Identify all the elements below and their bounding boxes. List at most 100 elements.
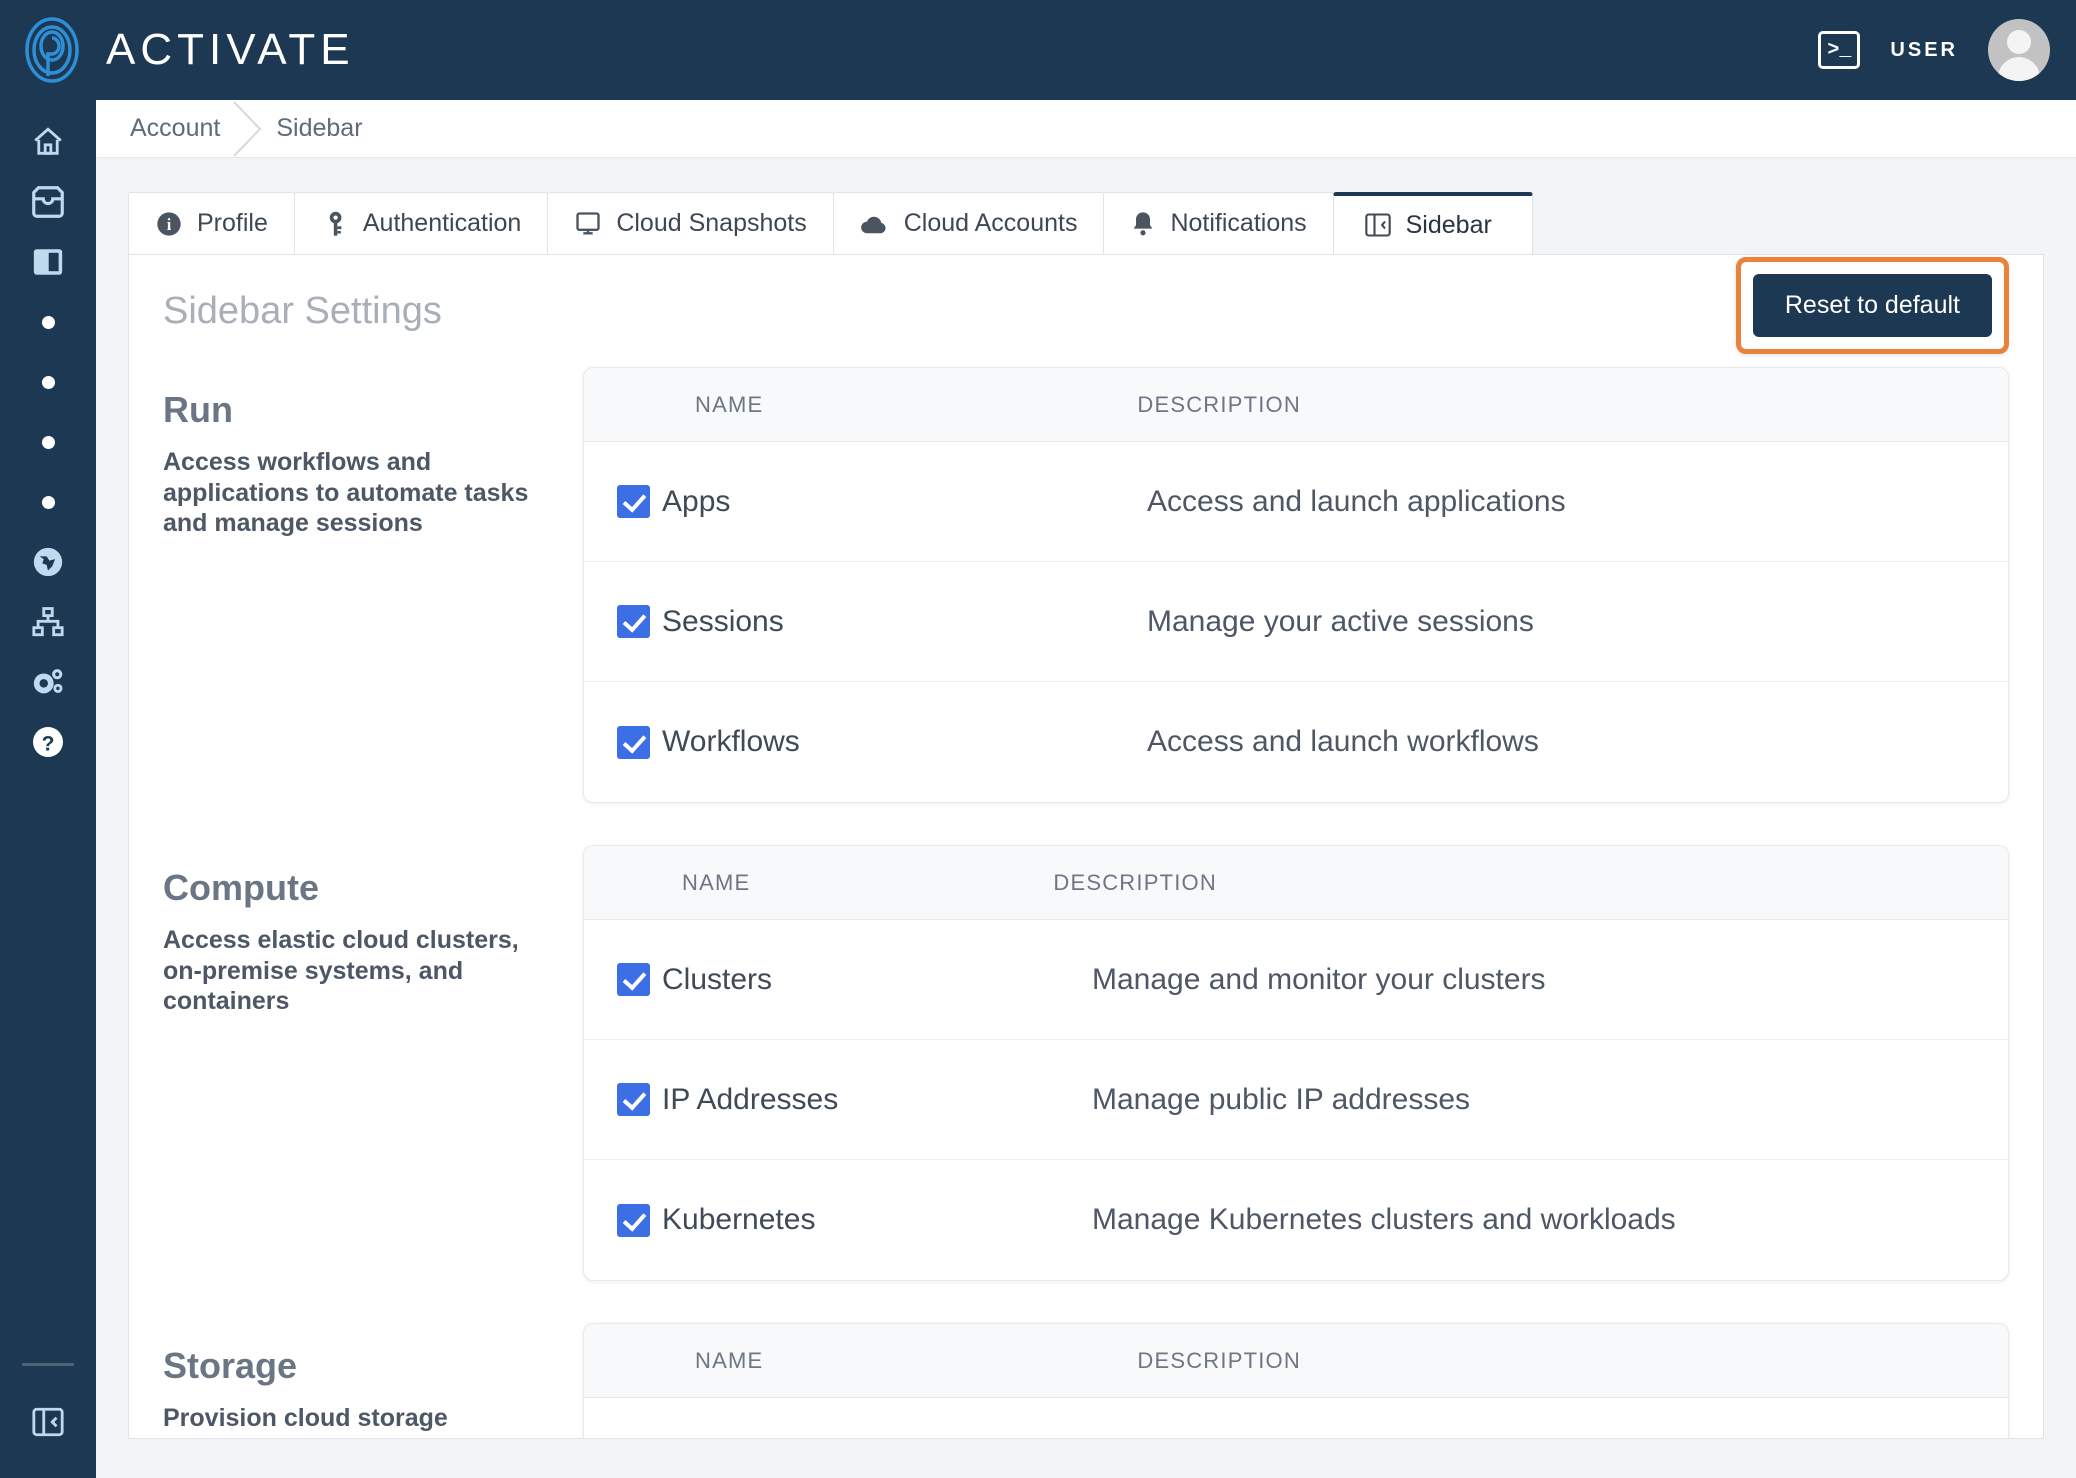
column-header-description: DESCRIPTION	[1137, 391, 1301, 417]
rail-bottom	[0, 1363, 96, 1478]
top-bar: ACTIVATE >_ USER	[0, 0, 2076, 100]
reset-to-default-button[interactable]: Reset to default	[1752, 273, 1992, 337]
tab-label: Sidebar	[1405, 210, 1492, 239]
dot-icon	[41, 375, 55, 389]
row-name: Clusters	[662, 962, 773, 996]
tab-label: Cloud Accounts	[903, 209, 1078, 237]
row-name: Apps	[662, 484, 731, 518]
tab-label: Cloud Snapshots	[616, 209, 807, 237]
page-surface: Account Sidebar i Profile Authentication…	[96, 100, 2076, 1478]
collapse-sidebar-icon	[31, 1406, 65, 1438]
row-description: Manage Kubernetes clusters and workloads	[1092, 1203, 1676, 1236]
home-icon	[30, 125, 66, 159]
table-row[interactable]: Workflows Access and launch workflows	[584, 682, 2008, 802]
panel-header: Sidebar Settings Reset to default	[129, 255, 2043, 367]
section-info: Run Access workflows and applications to…	[163, 367, 583, 803]
tab-sidebar[interactable]: Sidebar	[1332, 192, 1533, 254]
dot-icon	[41, 315, 55, 329]
section-description: Provision cloud storage resources	[163, 1404, 448, 1438]
rail-item-panel[interactable]	[0, 232, 96, 292]
section-title: Run	[163, 389, 233, 430]
table-header: NAME DESCRIPTION	[584, 1324, 2008, 1398]
icon-sidebar: ?	[0, 100, 96, 1478]
checkbox-checked-icon[interactable]	[617, 605, 650, 638]
row-checkbox-cell	[584, 725, 662, 759]
svg-text:?: ?	[42, 732, 55, 755]
row-checkbox-cell	[584, 485, 662, 518]
collapse-sidebar-button[interactable]	[0, 1392, 96, 1452]
sidebar-panel-icon	[1364, 212, 1392, 238]
row-name: Workflows	[662, 725, 800, 758]
tab-notifications[interactable]: Notifications	[1103, 192, 1334, 254]
svg-text:i: i	[167, 214, 172, 233]
section-storage: Storage Provision cloud storage resource…	[129, 1323, 2043, 1438]
monitor-icon	[574, 210, 602, 238]
checkbox-checked-icon[interactable]	[617, 485, 650, 518]
section-table: NAME DESCRIPTION Apps Access and launch …	[583, 367, 2009, 803]
row-checkbox-cell	[584, 1203, 662, 1237]
row-description: Access and launch workflows	[1147, 725, 1539, 758]
section-table: NAME DESCRIPTION Lustre Manage Lustre st…	[583, 1323, 2009, 1438]
sidebar-sections: Run Access workflows and applications to…	[129, 367, 2043, 1438]
breadcrumb-item-account[interactable]: Account	[130, 114, 220, 143]
rail-item-dot-3[interactable]	[0, 412, 96, 472]
settings-panel: Sidebar Settings Reset to default Run Ac…	[128, 254, 2044, 1439]
globe-icon	[31, 545, 65, 579]
inbox-icon	[29, 186, 67, 218]
row-name: Kubernetes	[662, 1203, 816, 1236]
table-row[interactable]: Apps Access and launch applications	[584, 442, 2008, 562]
table-row[interactable]: Clusters Manage and monitor your cluster…	[584, 920, 2008, 1040]
section-title: Compute	[163, 867, 319, 908]
rail-item-sitemap[interactable]	[0, 592, 96, 652]
column-header-name: NAME	[682, 869, 751, 895]
tab-profile[interactable]: i Profile	[128, 192, 295, 254]
table-row[interactable]: Kubernetes Manage Kubernetes clusters an…	[584, 1160, 2008, 1280]
row-checkbox-cell	[584, 1083, 662, 1116]
breadcrumb-item-sidebar[interactable]: Sidebar	[276, 114, 362, 143]
section-compute: Compute Access elastic cloud clusters, o…	[129, 845, 2043, 1281]
row-description: Manage public IP addresses	[1092, 1082, 1471, 1116]
tab-cloud-snapshots[interactable]: Cloud Snapshots	[547, 192, 834, 254]
row-description: Access and launch applications	[1147, 484, 1566, 518]
section-table: NAME DESCRIPTION Clusters Manage and mon…	[583, 845, 2009, 1281]
dot-icon	[41, 435, 55, 449]
section-description: Access workflows and applications to aut…	[163, 448, 529, 537]
checkbox-checked-icon[interactable]	[617, 1203, 650, 1237]
tab-authentication[interactable]: Authentication	[293, 192, 549, 254]
row-name: Sessions	[662, 604, 784, 638]
section-info: Storage Provision cloud storage resource…	[163, 1323, 583, 1438]
cloud-icon	[860, 210, 890, 238]
top-bar-actions: >_ USER	[1818, 19, 2050, 81]
panel-icon	[31, 246, 65, 278]
reset-highlight: Reset to default	[1735, 256, 2009, 354]
terminal-icon[interactable]: >_	[1818, 31, 1861, 69]
table-row[interactable]: Sessions Manage your active sessions	[584, 562, 2008, 682]
row-description: Manage and monitor your clusters	[1092, 962, 1546, 996]
info-circle-icon: i	[155, 210, 183, 238]
table-row[interactable]: Lustre Manage Lustre storage systems	[584, 1398, 2008, 1438]
rail-item-globe[interactable]	[0, 532, 96, 592]
section-description: Access elastic cloud clusters, on-premis…	[163, 926, 519, 1015]
rail-item-settings[interactable]	[0, 652, 96, 712]
brand-name: ACTIVATE	[106, 25, 355, 74]
table-row[interactable]: IP Addresses Manage public IP addresses	[584, 1040, 2008, 1160]
sitemap-icon	[31, 606, 65, 638]
checkbox-checked-icon[interactable]	[617, 963, 650, 996]
rail-item-home[interactable]	[0, 112, 96, 172]
avatar[interactable]	[1988, 19, 2050, 81]
checkbox-checked-icon[interactable]	[617, 725, 650, 759]
activate-logo-icon	[16, 14, 88, 86]
tab-cloud-accounts[interactable]: Cloud Accounts	[832, 192, 1105, 254]
rail-item-dot-2[interactable]	[0, 352, 96, 412]
row-description: Manage your active sessions	[1147, 604, 1534, 638]
brand[interactable]: ACTIVATE	[16, 14, 355, 86]
gears-icon	[29, 665, 67, 699]
rail-item-help[interactable]: ?	[0, 712, 96, 772]
section-title: Storage	[163, 1345, 298, 1386]
rail-item-dot-4[interactable]	[0, 472, 96, 532]
rail-item-inbox[interactable]	[0, 172, 96, 232]
rail-item-dot-1[interactable]	[0, 292, 96, 352]
tab-label: Notifications	[1170, 209, 1307, 237]
checkbox-checked-icon[interactable]	[617, 1083, 650, 1116]
breadcrumb-separator-icon	[220, 100, 276, 158]
